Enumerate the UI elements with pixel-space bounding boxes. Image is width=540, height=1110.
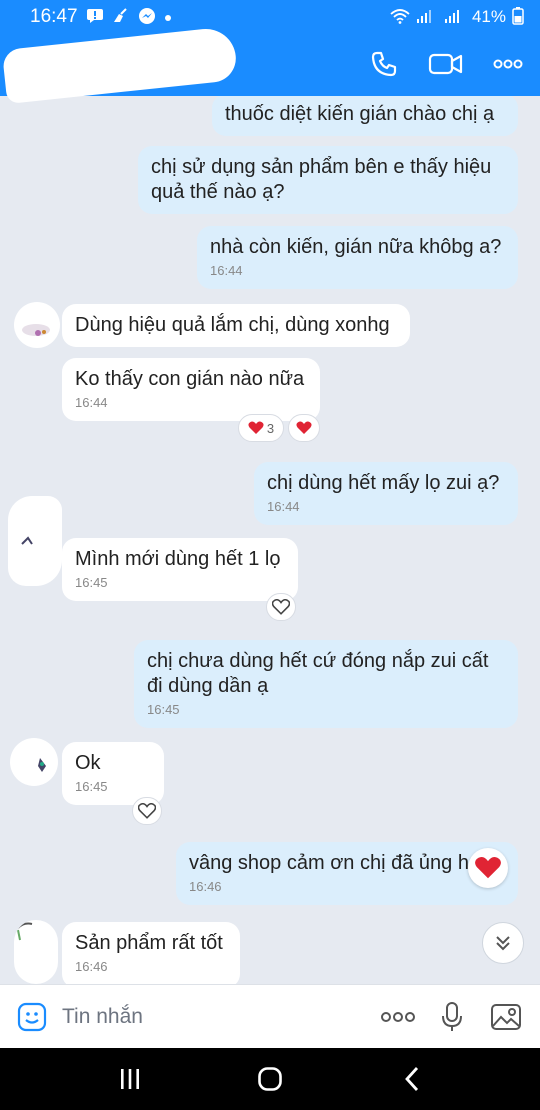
message-time: 16:45 (147, 702, 180, 717)
message-time: 16:45 (75, 779, 108, 794)
more-options-icon (493, 59, 523, 69)
message-time: 16:46 (75, 959, 108, 974)
message-text: chị sử dụng sản phẩm bên e thấy hiệu quả… (151, 156, 492, 203)
back-icon (405, 1067, 419, 1091)
avatar[interactable] (8, 496, 62, 586)
reaction-count: 3 (266, 420, 275, 436)
message-text: Dùng hiệu quả lắm chị, dùng xonhg (75, 314, 390, 336)
gallery-icon (491, 1004, 521, 1030)
reaction-badge[interactable]: 3 (238, 414, 284, 442)
recent-apps-button[interactable] (110, 1062, 150, 1096)
more-options-icon (381, 1012, 415, 1022)
emoji-button[interactable] (14, 999, 50, 1035)
message-time: 16:44 (267, 499, 300, 514)
status-time: 16:47 (30, 6, 78, 27)
react-button[interactable] (266, 593, 296, 621)
message-time: 16:46 (189, 879, 222, 894)
incoming-message[interactable]: Sản phẩm rất tốt 16:46 (62, 922, 240, 984)
video-call-button[interactable] (426, 46, 466, 82)
message-list[interactable]: thuốc diệt kiến gián chào chị ạ chị sử d… (0, 96, 540, 984)
message-text: nhà còn kiến, gián nữa khôbg a? (210, 236, 502, 258)
outgoing-message[interactable]: vâng shop cảm ơn chị đã ủng h 16:46 (176, 842, 518, 905)
message-text: Ko thấy con gián nào nữa (75, 368, 305, 390)
home-button[interactable] (250, 1062, 290, 1096)
more-button[interactable] (378, 999, 418, 1035)
avatar[interactable] (10, 738, 58, 786)
incoming-message[interactable]: Mình mới dùng hết 1 lọ 16:45 (62, 538, 298, 601)
outgoing-message[interactable]: chị sử dụng sản phẩm bên e thấy hiệu quả… (138, 146, 518, 214)
heart-outline-icon (272, 599, 290, 615)
react-button[interactable] (132, 797, 162, 825)
incoming-message[interactable]: Ko thấy con gián nào nữa 16:44 (62, 358, 320, 421)
home-icon (258, 1067, 282, 1091)
message-text: thuốc diệt kiến gián chào chị ạ (225, 103, 495, 125)
system-navigation-bar (0, 1048, 540, 1110)
message-text: vâng shop cảm ơn chị đã ủng h (189, 852, 469, 874)
video-call-icon (428, 53, 463, 75)
message-time: 16:45 (75, 575, 108, 590)
heart-icon (475, 856, 501, 879)
scroll-to-bottom-button[interactable] (482, 922, 524, 964)
message-input[interactable]: Tin nhắn (62, 1005, 143, 1029)
redacted-contact-name (1, 26, 239, 104)
heart-outline-icon (138, 803, 156, 819)
gallery-button[interactable] (488, 999, 524, 1035)
recent-apps-icon (121, 1069, 139, 1089)
scroll-down-icon (496, 936, 510, 951)
heart-icon (248, 421, 264, 434)
heart-icon (296, 421, 312, 434)
incoming-message[interactable]: Ok 16:45 (62, 742, 164, 805)
phone-call-button[interactable] (364, 46, 404, 82)
heart-reaction-button[interactable] (468, 848, 508, 888)
message-composer: Tin nhắn (0, 984, 540, 1048)
emoji-icon (17, 1002, 47, 1032)
microphone-icon (442, 1002, 462, 1031)
outgoing-message[interactable]: chị dùng hết mấy lọ zui ạ? 16:44 (254, 462, 518, 525)
phone-icon (371, 51, 397, 77)
messenger-icon (138, 7, 156, 27)
signal-icon-2 (444, 8, 466, 26)
outgoing-message[interactable]: thuốc diệt kiến gián chào chị ạ (212, 96, 518, 136)
message-time: 16:44 (210, 263, 243, 278)
outgoing-message[interactable]: chị chưa dùng hết cứ đóng nắp zui cất đi… (134, 640, 518, 728)
avatar[interactable] (14, 920, 58, 984)
message-text: chị dùng hết mấy lọ zui ạ? (267, 472, 500, 494)
outgoing-message[interactable]: nhà còn kiến, gián nữa khôbg a? 16:44 (197, 226, 518, 289)
message-text: Mình mới dùng hết 1 lọ (75, 548, 281, 570)
back-button[interactable] (392, 1062, 432, 1096)
message-time: 16:44 (75, 395, 108, 410)
more-options-button[interactable] (488, 46, 528, 82)
incoming-message[interactable]: Dùng hiệu quả lắm chị, dùng xonhg (62, 304, 410, 347)
message-notification-icon (86, 8, 104, 26)
voice-message-button[interactable] (434, 999, 470, 1035)
message-text: chị chưa dùng hết cứ đóng nắp zui cất đi… (147, 650, 489, 697)
avatar[interactable] (14, 302, 60, 348)
message-text: Ok (75, 752, 101, 774)
dot-icon (164, 10, 172, 24)
chat-header (0, 26, 540, 104)
react-button[interactable] (288, 414, 320, 442)
battery-percent: 41% (471, 7, 506, 26)
cleaner-icon (112, 8, 130, 26)
status-bar: 16:47 41% (0, 0, 540, 34)
battery-icon (512, 7, 524, 27)
message-text: Sản phẩm rất tốt (75, 932, 223, 954)
wifi-icon (390, 8, 410, 26)
signal-icon (416, 8, 438, 26)
